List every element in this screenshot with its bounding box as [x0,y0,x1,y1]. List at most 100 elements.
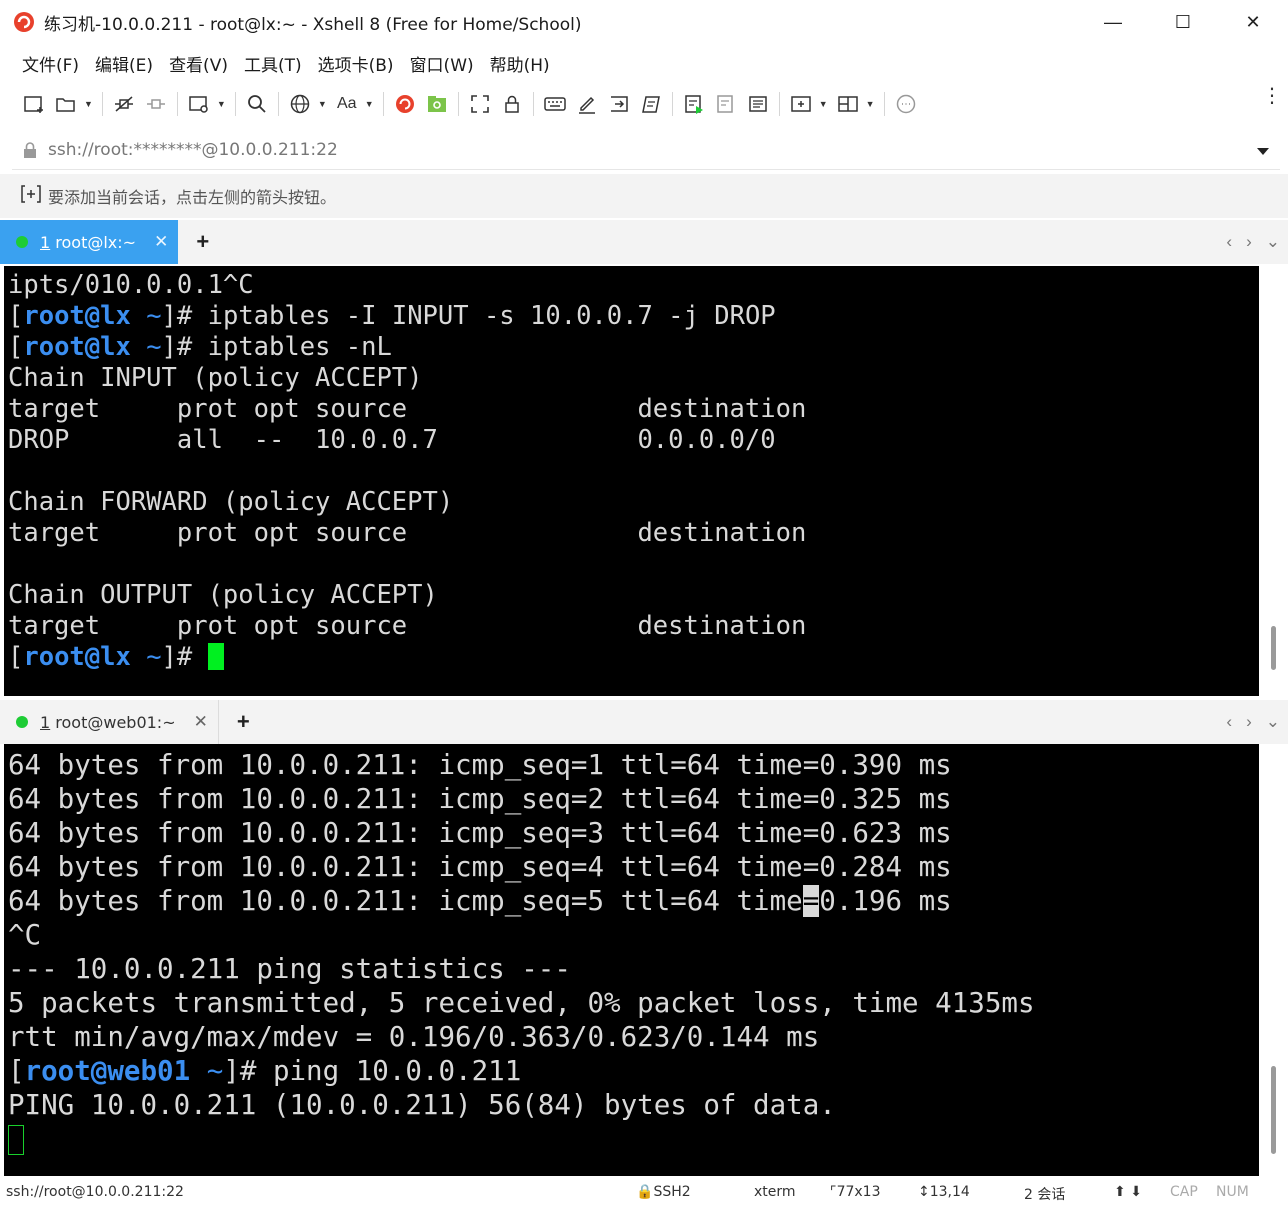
xshell-logo-icon [12,10,36,34]
lock-icon[interactable] [496,88,528,120]
scrollbar-thumb[interactable] [1271,1066,1276,1154]
terminal-line: target prot opt source destination [8,611,807,641]
log-icon[interactable] [710,88,742,120]
terminal-top-scrollbar[interactable] [1259,266,1288,696]
reconnect-icon[interactable] [140,88,172,120]
status-caps: CAP [1170,1184,1198,1200]
terminal-line: Chain OUTPUT (policy ACCEPT) [8,580,438,610]
address-bar[interactable]: ssh://root:********@10.0.0.211:22 [12,130,1280,170]
new-session-icon[interactable] [18,88,50,120]
layout-icon[interactable] [832,88,864,120]
tab-navigation: ‹ › ⌄ [1226,700,1280,744]
terminal-line: DROP all -- 10.0.0.7 0.0.0.0/0 [8,425,776,455]
prompt-user: root@lx [23,642,131,672]
tab-root-lx[interactable]: 1 root@lx:~ ✕ [0,220,179,264]
chat-icon[interactable] [890,88,922,120]
toolbar-separator [671,92,673,116]
globe-dropdown-icon[interactable]: ▼ [318,99,327,109]
tab-list-icon[interactable]: ⌄ [1266,232,1280,252]
fullscreen-icon[interactable] [464,88,496,120]
status-sessions: 2 会话 [1024,1187,1066,1203]
toolbar-separator [778,92,780,116]
new-tab-icon[interactable] [785,88,817,120]
properties-icon[interactable] [183,88,215,120]
xftp-icon[interactable] [421,88,453,120]
menu-file[interactable]: 文件(F) [14,51,87,76]
status-protocol: 🔒SSH2 [636,1184,691,1200]
maximize-button[interactable]: ☐ [1148,0,1218,44]
terminal-bottom[interactable]: 64 bytes from 10.0.0.211: icmp_seq=1 ttl… [4,744,1259,1176]
arrow-down-icon[interactable]: ⬇ [1130,1184,1142,1200]
toolbar-separator [234,92,236,116]
menu-view[interactable]: 查看(V) [161,51,236,76]
terminal-line: [root@lx ~]# iptables -I INPUT -s 10.0.0… [8,301,776,331]
menu-tools[interactable]: 工具(T) [236,51,310,76]
toolbar-separator [457,92,459,116]
tab-prev-icon[interactable]: ‹ [1226,712,1232,732]
menu-tabs[interactable]: 选项卡(B) [310,51,402,76]
tab-next-icon[interactable]: › [1246,712,1252,732]
close-tab-icon[interactable]: ✕ [154,232,168,252]
prompt-user: root@web01 [24,1055,191,1087]
minimize-button[interactable]: — [1078,0,1148,44]
status-address: ssh://root@10.0.0.211:22 [6,1184,184,1200]
status-position: ↕13,14 [918,1184,970,1200]
selected-char: = [802,885,820,917]
tab-list-icon[interactable]: ⌄ [1266,712,1280,732]
prompt-user: root@lx [23,332,131,362]
font-dropdown-icon[interactable]: ▼ [365,99,374,109]
terminal-line: 64 bytes from 10.0.0.211: icmp_seq=5 ttl… [8,885,952,917]
tab-prev-icon[interactable]: ‹ [1226,232,1232,252]
script-icon[interactable] [635,88,667,120]
disconnect-icon[interactable] [108,88,140,120]
menu-edit[interactable]: 编辑(E) [87,51,161,76]
status-term-type: xterm [754,1184,796,1200]
keyboard-icon[interactable] [539,88,571,120]
properties-dropdown-icon[interactable]: ▼ [217,99,226,109]
prompt-user: root@lx [23,301,131,331]
terminal-line: [root@lx ~]# [8,642,1259,673]
open-dropdown-icon[interactable]: ▼ [84,99,93,109]
terminal-line: Chain INPUT (policy ACCEPT) [8,363,423,393]
close-window-button[interactable]: ✕ [1218,0,1288,44]
terminal-line: target prot opt source destination [8,518,807,548]
add-tab-button[interactable]: + [196,229,209,255]
menu-help[interactable]: 帮助(H) [482,51,558,76]
add-session-icon[interactable] [20,184,42,209]
connected-status-icon [16,716,28,728]
terminal-line: target prot opt source destination [8,394,807,424]
menu-window[interactable]: 窗口(W) [402,51,482,76]
new-tab-dropdown-icon[interactable]: ▼ [819,99,828,109]
status-arrows: ⬆ ⬇ [1114,1184,1142,1200]
address-dropdown-icon[interactable] [1256,144,1270,162]
terminal-line: ipts/010.0.0.1^C [8,270,254,300]
tab-root-web01-label: 1 root@web01:~ [40,712,176,732]
font-icon[interactable]: Aa [331,88,363,120]
tab-bar-bottom: 1 root@web01:~ ✕ + ‹ › ⌄ [0,700,1288,744]
start-log-icon[interactable] [678,88,710,120]
tab-next-icon[interactable]: › [1246,232,1252,252]
tab-root-web01[interactable]: 1 root@web01:~ ✕ [0,700,219,744]
lock-icon: 🔒 [636,1184,654,1200]
search-icon[interactable] [241,88,273,120]
notes-icon[interactable] [742,88,774,120]
open-folder-icon[interactable] [50,88,82,120]
layout-dropdown-icon[interactable]: ▼ [866,99,875,109]
compose-icon[interactable] [571,88,603,120]
add-tab-button[interactable]: + [237,709,250,735]
send-icon[interactable] [603,88,635,120]
more-options-icon[interactable]: ⋮ [1262,86,1282,106]
status-size: ⌜77x13 [830,1184,881,1200]
close-tab-icon[interactable]: ✕ [194,712,208,732]
terminal-cursor [207,643,224,670]
address-input[interactable]: ssh://root:********@10.0.0.211:22 [48,140,338,160]
xshell-icon[interactable] [389,88,421,120]
globe-icon[interactable] [284,88,316,120]
terminal-bottom-scrollbar[interactable] [1259,744,1288,1176]
terminal-top[interactable]: ipts/010.0.0.1^C [root@lx ~]# iptables -I… [4,266,1259,696]
scrollbar-thumb[interactable] [1271,626,1276,670]
arrow-up-icon[interactable]: ⬆ [1114,1184,1126,1200]
status-num: NUM [1216,1184,1249,1200]
tab-navigation: ‹ › ⌄ [1226,220,1280,264]
